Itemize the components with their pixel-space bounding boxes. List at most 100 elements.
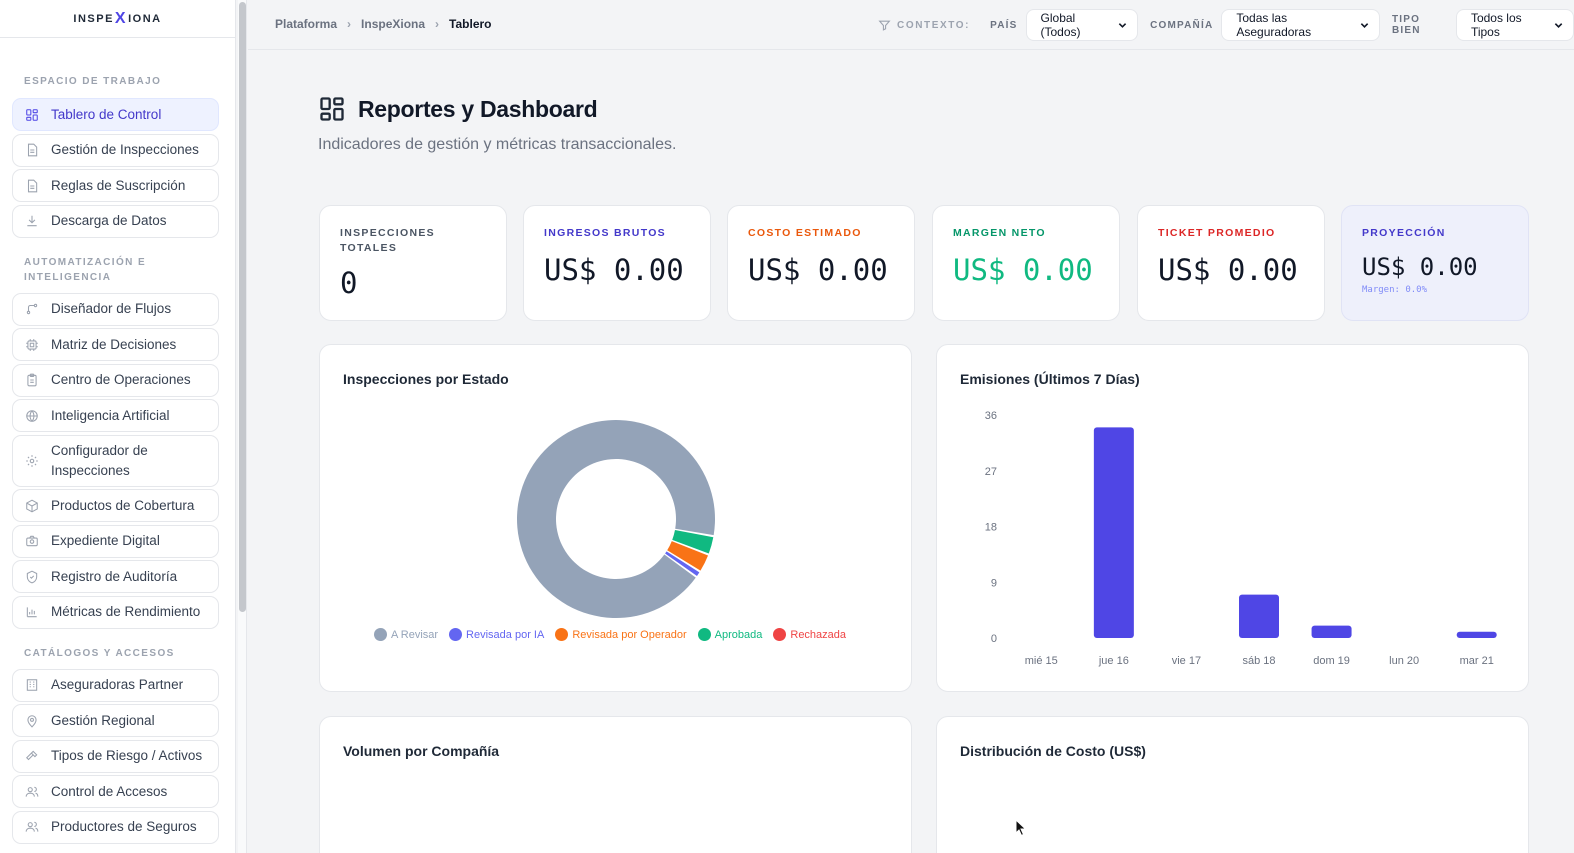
x-tick-label: jue 16 — [1098, 655, 1129, 667]
kpi-label: MARGEN NETO — [953, 227, 1046, 239]
breadcrumb-item-inspexiona[interactable]: InspeXiona — [361, 17, 425, 31]
kpi-label: INSPECCIONES TOTALES — [340, 227, 435, 254]
bar-chart-icon — [25, 605, 39, 619]
sidebar-item-registro-de-auditoria[interactable]: Registro de Auditoría — [12, 560, 219, 593]
estado-card: Inspecciones por Estado A Revisar Revisa… — [319, 344, 912, 692]
kpi-label: INGRESOS BRUTOS — [544, 227, 666, 239]
sidebar-item-label: Descarga de Datos — [51, 213, 167, 228]
sidebar-item-label: Matriz de Decisiones — [51, 336, 177, 352]
legend-item[interactable]: Rechazada — [773, 628, 846, 641]
context-filters: CONTEXTO: PAÍS Global (Todos) COMPAÑÍA T… — [878, 9, 1574, 41]
bar[interactable] — [1239, 594, 1279, 638]
logo-text-right: IONA — [128, 12, 162, 25]
chevron-down-icon — [1360, 23, 1369, 28]
y-tick-label: 0 — [991, 633, 997, 645]
sidebar-item-label: Aseguradoras Partner — [51, 677, 184, 692]
legend-dot — [449, 628, 463, 641]
legend-item[interactable]: Aprobada — [697, 628, 762, 641]
compania-select[interactable]: Todas las Aseguradoras — [1221, 9, 1380, 41]
x-tick-label: dom 19 — [1313, 655, 1350, 667]
gear-icon — [25, 454, 39, 468]
sidebar-item-tablero-de-control[interactable]: Tablero de Control — [12, 98, 219, 131]
tipo-bien-label: TIPO BIEN — [1391, 14, 1421, 36]
kpi-card-5: PROYECCIÓN US$ 0.00 Margen: 0.0% — [1341, 205, 1529, 321]
sidebar-item-inteligencia-artificial[interactable]: Inteligencia Artificial — [12, 399, 219, 432]
camera-icon — [25, 534, 39, 548]
legend-label: Revisada por Operador — [572, 628, 687, 641]
sidebar-section-title: AUTOMATIZACIÓN E INTELIGENCIA — [24, 256, 147, 283]
kpi-value: US$ 0.00 — [1362, 253, 1478, 281]
x-tick-label: mar 21 — [1460, 655, 1494, 667]
hammer-icon — [25, 749, 39, 763]
chevron-down-icon — [1118, 23, 1127, 28]
mouse-cursor-icon — [1015, 819, 1027, 837]
scrollbar-thumb[interactable] — [239, 2, 246, 612]
kpi-value: 0 — [340, 266, 358, 300]
filter-icon — [878, 20, 891, 31]
sidebar-item-disenador-de-flujos[interactable]: Diseñador de Flujos — [12, 292, 219, 326]
kpi-sub: Margen: 0.0% — [1362, 285, 1428, 295]
breadcrumb-item-tablero: Tablero — [449, 17, 492, 31]
kpi-value: US$ 0.00 — [1158, 253, 1298, 287]
legend-label: Revisada por IA — [466, 628, 545, 641]
emisiones-card: Emisiones (Últimos 7 Días) 0 9 18 27 36 mié 1… — [936, 344, 1529, 692]
sidebar-item-gestion-de-inspecciones[interactable]: Gestión de Inspecciones — [12, 133, 219, 167]
legend-item[interactable]: Revisada por IA — [449, 628, 544, 641]
sidebar-item-label: Productores de Seguros — [51, 819, 197, 834]
bar[interactable] — [1093, 427, 1134, 638]
sidebar-scrollbar[interactable] — [238, 0, 247, 853]
document-icon — [25, 179, 39, 193]
sidebar-section-title: ESPACIO DE TRABAJO — [24, 76, 162, 87]
kpi-value: US$ 0.00 — [953, 253, 1093, 287]
sidebar-item-tipos-de-riesgo-activos[interactable]: Tipos de Riesgo / Activos — [12, 739, 219, 773]
sidebar-item-descarga-de-datos[interactable]: Descarga de Datos — [12, 204, 219, 238]
breadcrumb-item-plataforma[interactable]: Plataforma — [275, 17, 337, 31]
tipo-bien-select[interactable]: Todos los Tipos — [1455, 9, 1574, 41]
sidebar-item-label: Gestión de Inspecciones — [51, 142, 199, 157]
sidebar-item-centro-de-operaciones[interactable]: Centro de Operaciones — [12, 363, 219, 397]
legend-item[interactable]: Revisada por Operador — [555, 628, 687, 641]
flow-icon — [25, 302, 39, 316]
main-content: Reportes y Dashboard Indicadores de gest… — [248, 51, 1574, 853]
top-bar: Plataforma › InspeXiona › Tablero CONTEX… — [248, 0, 1574, 50]
box-icon — [25, 499, 39, 513]
sidebar-item-gestion-regional[interactable]: Gestión Regional — [12, 704, 219, 737]
sidebar-item-metricas-de-rendimiento[interactable]: Métricas de Rendimiento — [12, 595, 219, 629]
kpi-card-3: MARGEN NETO US$ 0.00 — [932, 205, 1120, 321]
page-subtitle: Indicadores de gestión y métricas transa… — [318, 136, 677, 153]
sidebar-item-label: Configurador de Inspecciones — [51, 442, 148, 478]
volumen-card-title: Volumen por Compañía — [343, 743, 500, 759]
map-pin-icon — [25, 714, 39, 728]
compania-select-value: Todas las Aseguradoras — [1236, 11, 1312, 39]
y-tick-label: 36 — [985, 410, 997, 422]
donut-slice-a-revisar[interactable] — [517, 419, 715, 618]
bar[interactable] — [1456, 631, 1497, 638]
sidebar-item-label: Control de Accesos — [51, 783, 168, 799]
sidebar-item-control-de-accesos[interactable]: Control de Accesos — [12, 775, 219, 808]
kpi-card-0: INSPECCIONES TOTALES 0 — [319, 205, 507, 321]
sidebar: INSPE X IONA ESPACIO DE TRABAJO Tablero de… — [0, 0, 236, 853]
volumen-card: Volumen por Compañía — [319, 716, 912, 853]
logo-x: X — [114, 9, 128, 27]
dashboard-icon — [320, 97, 344, 121]
sidebar-item-aseguradoras-partner[interactable]: Aseguradoras Partner — [12, 668, 219, 702]
tipo-bien-select-value: Todos los Tipos — [1470, 11, 1522, 39]
y-tick-label: 27 — [985, 466, 997, 478]
kpi-value: US$ 0.00 — [748, 253, 888, 287]
kpi-card-4: TICKET PROMEDIO US$ 0.00 — [1137, 205, 1325, 321]
sidebar-item-productores-de-seguros[interactable]: Productores de Seguros — [12, 810, 219, 844]
bar[interactable] — [1311, 625, 1352, 638]
users-icon — [25, 785, 39, 799]
chevron-down-icon — [1554, 23, 1563, 28]
pais-select[interactable]: Global (Todos) — [1025, 9, 1139, 41]
kpi-label: COSTO ESTIMADO — [748, 227, 862, 239]
y-tick-label: 9 — [991, 577, 997, 589]
sidebar-item-reglas-de-suscripcion[interactable]: Reglas de Suscripción — [12, 169, 219, 202]
sidebar-item-productos-de-cobertura[interactable]: Productos de Cobertura — [12, 489, 219, 522]
app-logo[interactable]: INSPE X IONA — [0, 0, 235, 38]
sidebar-item-matriz-de-decisiones[interactable]: Matriz de Decisiones — [12, 328, 219, 361]
legend-item[interactable]: A Revisar — [373, 628, 438, 641]
sidebar-item-label: Reglas de Suscripción — [51, 177, 186, 193]
sidebar-item-configurador-de-inspecciones[interactable]: Configurador de Inspecciones — [12, 434, 219, 487]
sidebar-item-expediente-digital[interactable]: Expediente Digital — [12, 524, 219, 558]
